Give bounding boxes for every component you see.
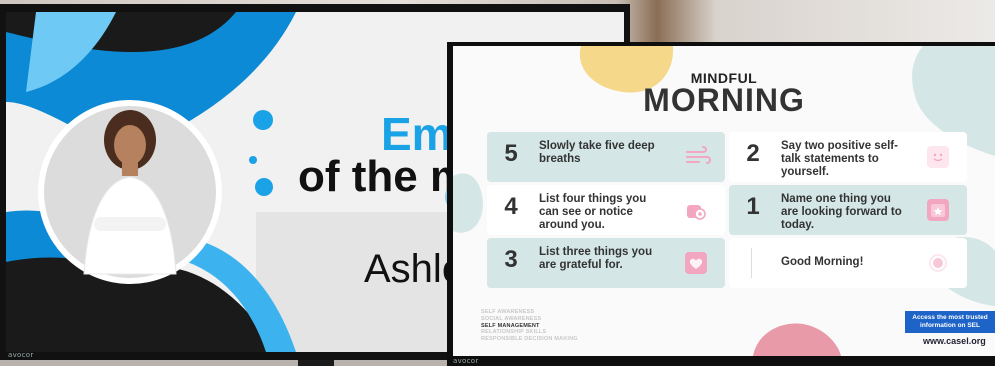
slide-title-line2: of the m xyxy=(298,152,470,201)
card-text: Good Morning! xyxy=(781,256,864,268)
card-number: 4 xyxy=(504,193,518,220)
eye-icon xyxy=(685,199,707,221)
casel-url[interactable]: www.casel.org xyxy=(923,336,986,346)
sel-item: SELF AWARENESS xyxy=(481,309,535,315)
card-number: 3 xyxy=(504,246,518,273)
slide-mindful-morning: MINDFUL MORNING 5 Slowly take five deep … xyxy=(453,46,995,356)
smile-icon xyxy=(927,146,949,168)
sel-item: RELATIONSHIP SKILLS xyxy=(481,329,547,336)
wind-icon xyxy=(685,146,711,168)
sel-info-banner[interactable]: Access the most trusted information on S… xyxy=(905,311,995,333)
exercise-card-2: 2 Say two positive self-talk statements … xyxy=(729,132,967,182)
exercise-card-5: 5 Slowly take five deep breaths xyxy=(487,132,725,182)
card-text: Name one thing you are looking forward t… xyxy=(781,193,902,231)
sun-icon xyxy=(927,252,949,274)
exercise-card-1: 1 Name one thing you are looking forward… xyxy=(729,185,967,235)
sel-item: SOCIAL AWARENESS xyxy=(481,315,542,322)
brand-logo-left: avocor xyxy=(8,351,34,359)
card-divider xyxy=(751,248,753,278)
card-text: List three things you are grateful for. xyxy=(539,246,653,271)
exercise-card-4: 4 List four things you can see or notice… xyxy=(487,185,725,235)
card-text: List four things you can see or notice a… xyxy=(539,193,647,231)
slide-title: MORNING xyxy=(643,82,805,118)
exercise-card-3: 3 List three things you are grateful for… xyxy=(487,238,725,288)
card-text: Slowly take five deep breaths xyxy=(539,140,655,165)
card-number: 2 xyxy=(746,140,760,167)
card-text: Say two positive self-talk statements to… xyxy=(781,140,898,178)
brand-logo-right: avocor xyxy=(453,357,479,365)
calendar-star-icon xyxy=(927,199,949,221)
good-morning-card: Good Morning! xyxy=(729,238,967,288)
sel-item: RESPONSIBLE DECISION MAKING xyxy=(481,336,578,343)
card-number: 5 xyxy=(504,140,518,167)
card-number: 1 xyxy=(746,193,760,220)
sel-competency-list: SELF AWARENESS SOCIAL AWARENESS SELF MAN… xyxy=(481,309,578,343)
sel-item-active: SELF MANAGEMENT xyxy=(481,322,540,329)
heart-icon xyxy=(685,252,707,274)
monitor-right: MINDFUL MORNING 5 Slowly take five deep … xyxy=(447,42,995,366)
